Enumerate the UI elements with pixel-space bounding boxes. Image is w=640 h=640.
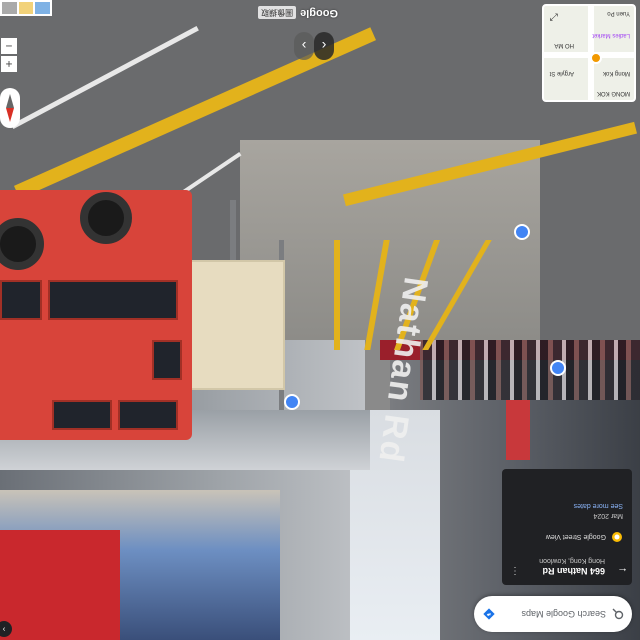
more-options-icon[interactable]: ⋮ [510, 565, 520, 576]
street-view-stage[interactable]: Nathan Rd Search Google Maps ← ⋮ 664 Nat… [0, 0, 640, 640]
location-info-card: ← ⋮ 664 Nathan Rd Hong Kong, Kowloon Goo… [502, 469, 632, 585]
zoom-out-button[interactable]: − [1, 38, 17, 54]
billboard [0, 490, 280, 640]
google-logo: Google [300, 7, 338, 19]
see-more-dates-link[interactable]: See more dates [511, 502, 623, 509]
minimap-label-ho-ma: HO MA [554, 42, 574, 48]
bus-red [0, 190, 192, 440]
footer: Google 圖像擷取 [258, 4, 338, 22]
minimap-label-mong-kok: Mong Kok [602, 70, 630, 76]
place-title: 664 Nathan Rd [542, 566, 605, 576]
nav-arrow-forward[interactable]: › [294, 32, 314, 60]
search-icon[interactable] [612, 608, 624, 620]
expand-map-icon[interactable]: ⤢ [547, 9, 561, 23]
back-arrow-icon[interactable]: ← [617, 565, 628, 577]
street-view-marker[interactable] [284, 394, 300, 410]
minimap-label-street: Argyle St [549, 70, 574, 76]
place-subtitle: Hong Kong, Kowloon [539, 557, 605, 564]
minimap-label-yuen-po: Yuen Po [607, 10, 630, 16]
directions-icon[interactable] [482, 607, 496, 621]
capture-date: Mar 2024 [593, 512, 623, 519]
minimap-label-district: MONG KOK [596, 90, 630, 96]
imagery-source: Google Street View [545, 533, 606, 541]
street-view-logo-icon [611, 531, 623, 543]
search-box[interactable]: Search Google Maps [474, 596, 632, 632]
nav-arrow-back[interactable]: ‹ [314, 32, 334, 60]
search-input[interactable]: Search Google Maps [496, 609, 612, 619]
zoom-in-button[interactable]: + [1, 56, 17, 72]
minimap[interactable]: MONG KOK Ladies Market Argyle St HO MA Y… [542, 4, 636, 102]
sidewalk [240, 140, 540, 340]
current-location-pin [590, 52, 602, 64]
layer-thumbnails[interactable] [0, 0, 52, 16]
street-view-marker[interactable] [514, 224, 530, 240]
imagery-attribution[interactable]: 圖像擷取 [258, 6, 297, 20]
street-view-marker[interactable] [550, 360, 566, 376]
compass-icon[interactable] [0, 88, 20, 128]
bus-background [190, 260, 285, 390]
minimap-label-market: Ladies Market [592, 32, 630, 38]
